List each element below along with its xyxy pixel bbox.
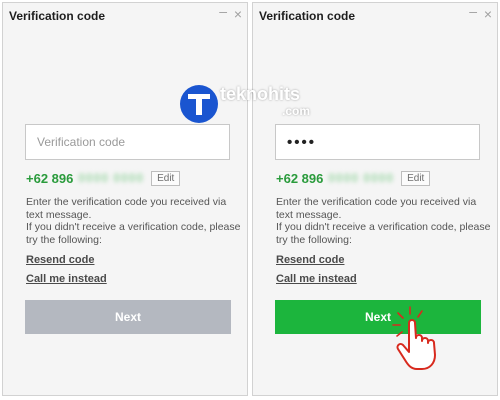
call-me-instead-link[interactable]: Call me instead	[276, 273, 357, 285]
phone-number: +62 896	[276, 170, 324, 186]
call-me-instead-link[interactable]: Call me instead	[26, 273, 107, 285]
hand-outline	[396, 319, 436, 370]
window-title: Verification code	[259, 9, 356, 23]
hand-pointer-icon	[392, 306, 436, 370]
instructions-text: Enter the verification code you received…	[26, 196, 241, 246]
verification-code-input[interactable]	[25, 124, 230, 160]
phone-number-blurred: 0000 0000	[328, 171, 395, 185]
phone-row: +62 896 0000 0000 Edit	[276, 170, 431, 186]
teknohits-t-logo-icon	[180, 85, 218, 123]
close-button[interactable]: ×	[484, 6, 492, 22]
verification-code-input[interactable]	[275, 124, 480, 160]
watermark-text: teknohits	[220, 84, 301, 104]
phone-number-blurred: 0000 0000	[78, 171, 145, 185]
instructions-line-2: If you didn't receive a verification cod…	[26, 221, 241, 246]
instructions-line-1: Enter the verification code you received…	[276, 196, 477, 221]
phone-number: +62 896	[26, 170, 74, 186]
verification-window-right: Verification code – × +62 896 0000 0000 …	[252, 2, 498, 396]
minimize-button[interactable]: –	[219, 3, 227, 19]
window-title: Verification code	[9, 9, 106, 23]
close-button[interactable]: ×	[234, 6, 242, 22]
verification-window-left: Verification code – × +62 896 0000 0000 …	[2, 2, 248, 396]
edit-phone-button[interactable]: Edit	[401, 170, 431, 186]
resend-code-link[interactable]: Resend code	[26, 254, 94, 266]
watermark-subtext: .com	[282, 104, 311, 118]
phone-row: +62 896 0000 0000 Edit	[26, 170, 181, 186]
title-bar: Verification code – ×	[3, 3, 247, 29]
instructions-line-2: If you didn't receive a verification cod…	[276, 221, 491, 246]
teknohits-watermark: teknohits .com	[180, 82, 330, 126]
title-bar: Verification code – ×	[253, 3, 497, 29]
instructions-text: Enter the verification code you received…	[276, 196, 491, 246]
click-burst-icon	[392, 306, 423, 337]
edit-phone-button[interactable]: Edit	[151, 170, 181, 186]
minimize-button[interactable]: –	[469, 3, 477, 19]
instructions-line-1: Enter the verification code you received…	[26, 196, 227, 221]
next-button[interactable]: Next	[25, 300, 231, 334]
resend-code-link[interactable]: Resend code	[276, 254, 344, 266]
